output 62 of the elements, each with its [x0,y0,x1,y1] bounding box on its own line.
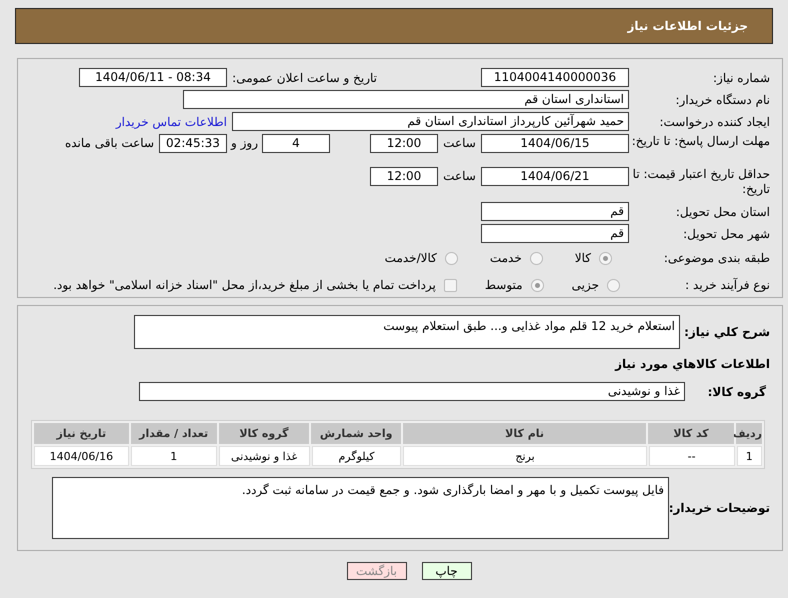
option-label: پرداخت تمام یا بخشی از مبلغ خرید،از محل "اسناد خزانه اسلامی" خواهد بود. [53,277,436,294]
buyer-contact-link[interactable]: اطلاعات تماس خریدار [116,112,227,130]
table-cell: 1 [736,446,762,466]
radio-button[interactable] [607,278,620,292]
field-label: روز و [230,135,259,152]
section-heading: اطلاعات كالاهاي مورد نياز [615,357,770,371]
text-field[interactable]: 12:00 [370,134,438,153]
text-field[interactable]: 1104004140000036 [481,68,629,87]
radio-button[interactable] [599,252,612,264]
option-label: جزیی [572,277,599,294]
field-label: ساعت [442,135,477,152]
column-header: گروه کالا [218,423,310,444]
field-label: مهلت ارسال پاسخ: تا تاریخ: [630,134,770,149]
option-label: كالا [574,250,591,267]
print-button[interactable]: چاپ [422,562,472,580]
text-field[interactable]: 12:00 [370,167,438,186]
field-label: ساعت [442,168,477,185]
text-field[interactable]: حمید شهرآئین کارپرداز استانداری استان قم [232,112,629,131]
field-label: توضیحات خریدار: [668,501,770,515]
field-label: استان محل تحویل: [674,204,770,220]
radio-button[interactable] [530,252,543,264]
column-header: تاریخ نیاز [34,423,129,444]
field-label: ایجاد کننده درخواست: [658,114,770,130]
text-field[interactable]: 4 [262,134,330,153]
text-field[interactable]: استانداری استان قم [183,90,629,109]
field-label: طبقه بندی موضوعی: [662,250,770,267]
text-field[interactable]: 02:45:33 [159,134,227,153]
field-label: حداقل تاریخ اعتبار قیمت: تا تاریخ: [632,167,770,197]
column-header: تعداد / مقدار [130,423,217,444]
table-cell: کیلوگرم [312,446,402,466]
field-label: نام دستگاه خریدار: [674,92,770,108]
option-label: خدمت [490,250,522,267]
field-label: شماره نیاز: [712,70,770,86]
field-label: ساعت باقی مانده [64,136,154,150]
table-cell: برنج [403,446,647,466]
text-field[interactable]: قم [481,224,629,243]
text-field[interactable]: غذا و نوشیدنی [139,382,685,401]
checkbox[interactable] [444,278,457,292]
text-field[interactable]: 1404/06/15 [481,134,629,153]
text-field[interactable]: 1404/06/11 - 08:34 [79,68,227,87]
field-label: شهر محل تحویل: [682,226,770,242]
table-cell: 1 [130,446,217,466]
field-label: گروه کالا: [708,384,766,398]
radio-button[interactable] [530,278,544,292]
field-label: شرح كلي نياز: [684,325,770,339]
option-label: كالا/خدمت [384,250,437,267]
text-field[interactable]: 1404/06/21 [481,167,629,186]
column-header: ردیف [736,423,762,444]
page-title: جزئیات اطلاعات نیاز [627,18,748,35]
text-field[interactable]: قم [481,202,629,221]
table-cell: 1404/06/16 [34,446,129,466]
buyer-notes-textarea[interactable]: فایل پیوست تکمیل و با مهر و امضا بارگذاری شود. و جمع قیمت در سامانه ثبت گردد. [52,477,669,539]
description-textarea[interactable]: استعلام خرید 12 قلم مواد غذایی و... طبق استعلام پیوست [134,315,680,349]
column-header: نام کالا [403,423,646,444]
column-header: واحد شمارش [311,423,402,444]
table-cell: -- [648,446,735,466]
field-label: نوع فرآیند خرید : [684,277,770,294]
table-cell: غذا و نوشیدنی [218,446,310,466]
field-label: تاریخ و ساعت اعلان عمومی: [231,70,377,86]
radio-button[interactable] [444,252,458,264]
option-label: متوسط [484,277,523,294]
column-header: کد کالا [648,423,734,444]
